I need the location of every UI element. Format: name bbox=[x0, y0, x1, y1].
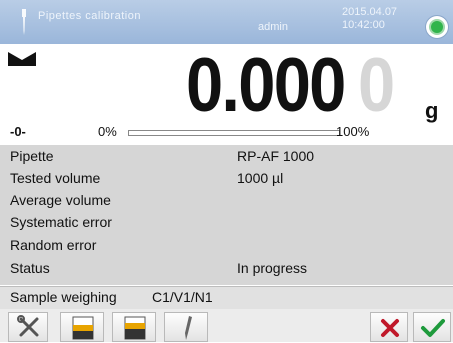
pipette-icon bbox=[185, 316, 192, 340]
settings-tools-icon bbox=[17, 315, 39, 337]
row-label-pipette: Pipette bbox=[10, 148, 54, 164]
status-ok-icon[interactable] bbox=[426, 16, 448, 38]
row-label-tested-volume: Tested volume bbox=[10, 170, 101, 186]
cancel-icon bbox=[381, 319, 399, 337]
status-strip-value: C1/V1/N1 bbox=[152, 289, 213, 305]
cancel-button[interactable] bbox=[370, 312, 408, 342]
settings-button[interactable] bbox=[8, 312, 48, 342]
tare-button[interactable] bbox=[60, 312, 104, 342]
progress-min-label: 0% bbox=[98, 124, 117, 139]
row-value-pipette: RP-AF 1000 bbox=[237, 148, 315, 164]
user-name: admin bbox=[258, 21, 288, 33]
time-text: 10:42:00 bbox=[342, 19, 385, 31]
print-header-button[interactable] bbox=[112, 312, 156, 342]
confirm-icon bbox=[421, 319, 445, 337]
weight-reading: 0.000 bbox=[186, 43, 346, 128]
pipette-button[interactable] bbox=[164, 312, 208, 342]
date-text: 2015.04.07 bbox=[342, 6, 398, 18]
row-value-status: In progress bbox=[237, 260, 308, 276]
stable-icon bbox=[8, 52, 36, 66]
row-label-status: Status bbox=[10, 260, 50, 276]
weight-unit: g bbox=[425, 98, 439, 123]
tare-icon bbox=[72, 316, 94, 340]
print-header-icon bbox=[124, 316, 146, 340]
app-title: Pipettes calibration bbox=[38, 10, 141, 22]
date-time: 2015.04.07 10:42:00 bbox=[342, 6, 397, 32]
progress-max-label: 100% bbox=[336, 124, 370, 139]
zero-indicator: -0- bbox=[10, 124, 26, 139]
row-value-tested-volume: 1000 µl bbox=[237, 170, 284, 186]
weight-last-digit: 0 bbox=[358, 43, 395, 128]
status-strip-label: Sample weighing bbox=[10, 289, 117, 305]
row-label-average-volume: Average volume bbox=[10, 192, 111, 208]
confirm-button[interactable] bbox=[413, 312, 451, 342]
row-label-systematic-error: Systematic error bbox=[10, 214, 112, 230]
pipette-icon bbox=[22, 9, 26, 35]
row-label-random-error: Random error bbox=[10, 237, 97, 253]
progress-bar bbox=[128, 130, 340, 136]
